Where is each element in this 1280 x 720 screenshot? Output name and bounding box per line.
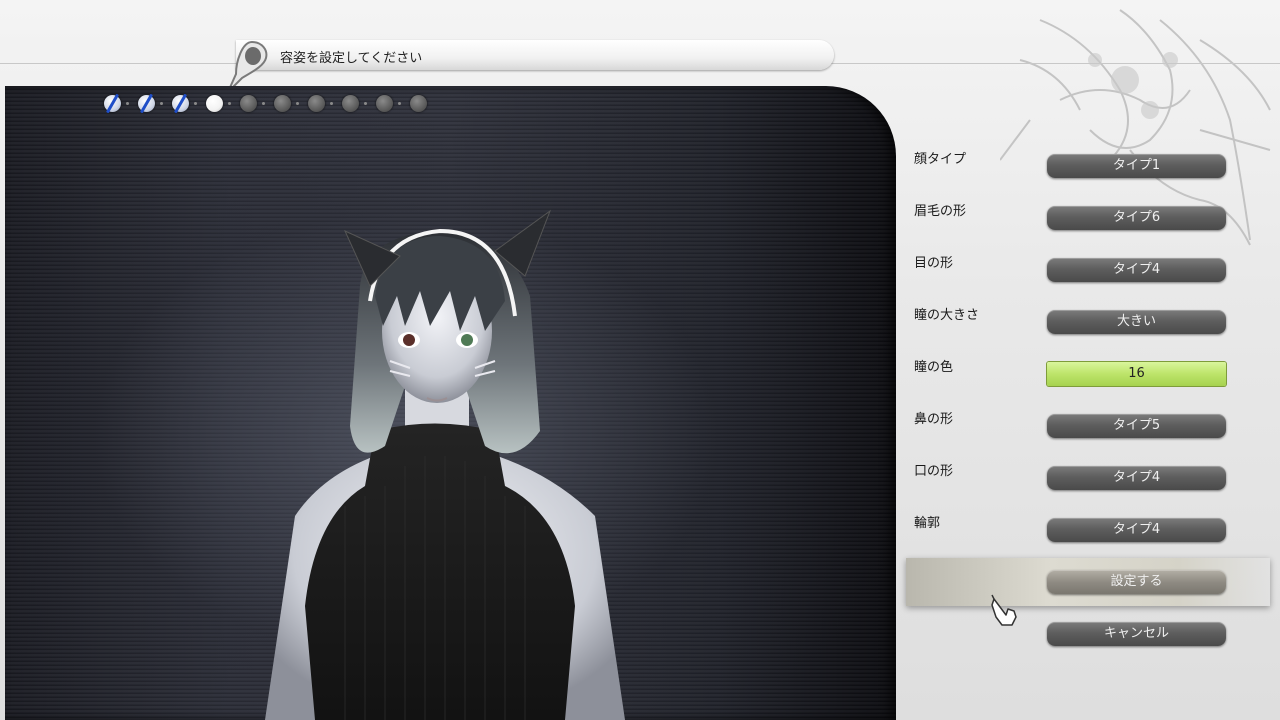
progress-step-10 <box>410 95 427 112</box>
progress-step-3 <box>172 95 189 112</box>
setting-value-pupil-color[interactable]: 16 <box>1047 362 1226 386</box>
progress-step-8 <box>342 95 359 112</box>
setting-label-face-type: 顔タイプ <box>914 152 967 167</box>
progress-step-7 <box>308 95 325 112</box>
setting-value-eye-shape[interactable]: タイプ4 <box>1047 258 1226 282</box>
setting-label-nose-shape: 鼻の形 <box>914 412 954 427</box>
setting-value-nose-shape[interactable]: タイプ5 <box>1047 414 1226 438</box>
hand-cursor-icon <box>991 594 1017 626</box>
setting-label-eyebrow-shape: 眉毛の形 <box>914 204 967 219</box>
setting-value-eyebrow-shape[interactable]: タイプ6 <box>1047 206 1226 230</box>
setting-label-pupil-size: 瞳の大きさ <box>914 308 980 323</box>
setting-value-face-type[interactable]: タイプ1 <box>1047 154 1226 178</box>
progress-step-9 <box>376 95 393 112</box>
progress-separator <box>296 102 299 105</box>
progress-separator <box>228 102 231 105</box>
progress-step-2 <box>138 95 155 112</box>
character-model <box>265 209 625 720</box>
setting-label-eye-shape: 目の形 <box>914 256 954 271</box>
progress-step-6 <box>274 95 291 112</box>
setting-label-pupil-color: 瞳の色 <box>914 360 954 375</box>
progress-separator <box>364 102 367 105</box>
progress-step-1 <box>104 95 121 112</box>
progress-separator <box>160 102 163 105</box>
progress-step-5 <box>240 95 257 112</box>
setting-label-mouth-shape: 口の形 <box>914 464 954 479</box>
setting-value-mouth-shape[interactable]: タイプ4 <box>1047 466 1226 490</box>
character-preview[interactable] <box>5 86 896 720</box>
progress-separator <box>330 102 333 105</box>
instruction-bar: 容姿を設定してください <box>236 40 834 70</box>
setting-value-pupil-size[interactable]: 大きい <box>1047 310 1226 334</box>
cancel-button[interactable]: キャンセル <box>1047 622 1226 646</box>
progress-separator <box>262 102 265 105</box>
progress-step-4 <box>206 95 223 112</box>
progress-separator <box>194 102 197 105</box>
progress-separator <box>398 102 401 105</box>
setting-value-contour[interactable]: タイプ4 <box>1047 518 1226 542</box>
setting-label-contour: 輪郭 <box>914 516 941 531</box>
confirm-button[interactable]: 設定する <box>1047 570 1226 594</box>
instruction-text: 容姿を設定してください <box>280 51 423 66</box>
progress-separator <box>126 102 129 105</box>
